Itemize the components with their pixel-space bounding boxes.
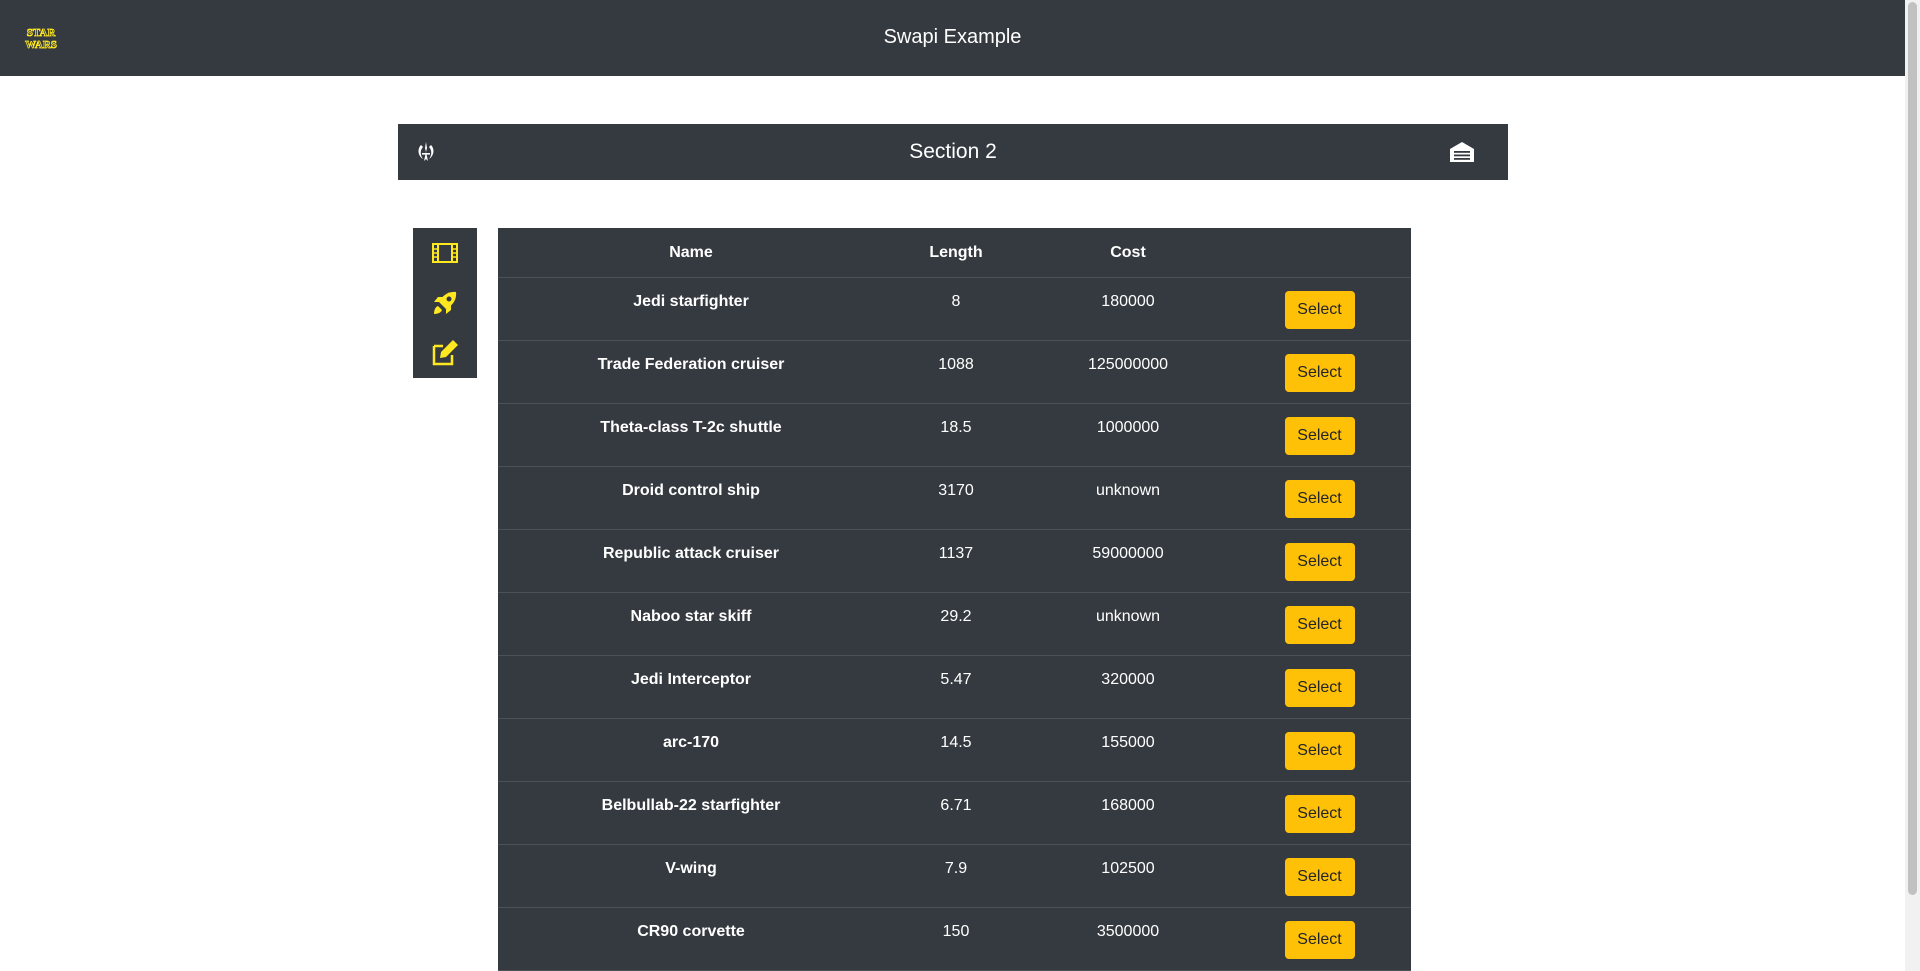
cell-name: Naboo star skiff [498, 592, 884, 656]
select-button[interactable]: Select [1284, 795, 1355, 833]
cell-cost: 320000 [1028, 655, 1228, 719]
cell-cost: 1000000 [1028, 403, 1228, 467]
table-row: arc-170 14.5 155000 Select [498, 718, 1411, 782]
rocket-icon[interactable] [429, 287, 461, 319]
cell-name: Droid control ship [498, 466, 884, 530]
cell-cost: 3500000 [1028, 907, 1228, 971]
cell-action: Select [1228, 781, 1411, 845]
cell-name: Theta-class T-2c shuttle [498, 403, 884, 467]
table-row: Jedi Interceptor 5.47 320000 Select [498, 655, 1411, 719]
cell-length: 18.5 [884, 403, 1028, 467]
cell-action: Select [1228, 403, 1411, 467]
cell-cost: unknown [1028, 592, 1228, 656]
select-button[interactable]: Select [1284, 354, 1355, 392]
cell-cost: 168000 [1028, 781, 1228, 845]
starships-table-container: Name Length Cost Jedi starfighter 8 1800… [498, 228, 1411, 971]
cell-length: 7.9 [884, 844, 1028, 908]
app-title: Swapi Example [883, 26, 1022, 48]
select-button[interactable]: Select [1284, 669, 1355, 707]
column-header-cost: Cost [1028, 228, 1228, 278]
cell-length: 29.2 [884, 592, 1028, 656]
cell-length: 6.71 [884, 781, 1028, 845]
cell-action: Select [1228, 466, 1411, 530]
cell-action: Select [1228, 592, 1411, 656]
starships-table: Name Length Cost Jedi starfighter 8 1800… [498, 228, 1411, 971]
select-button[interactable]: Select [1284, 417, 1355, 455]
film-icon[interactable] [429, 237, 461, 269]
table-header-row: Name Length Cost [498, 228, 1411, 278]
cell-length: 5.47 [884, 655, 1028, 719]
table-row: Jedi starfighter 8 180000 Select [498, 277, 1411, 341]
edit-icon[interactable] [429, 337, 461, 369]
column-header-length: Length [884, 228, 1028, 278]
cell-cost: 180000 [1028, 277, 1228, 341]
hangar-icon[interactable] [1448, 140, 1476, 164]
table-row: Theta-class T-2c shuttle 18.5 1000000 Se… [498, 403, 1411, 467]
select-button[interactable]: Select [1284, 858, 1355, 896]
cell-name: CR90 corvette [498, 907, 884, 971]
cell-length: 150 [884, 907, 1028, 971]
select-button[interactable]: Select [1284, 543, 1355, 581]
cell-cost: 125000000 [1028, 340, 1228, 404]
table-row: V-wing 7.9 102500 Select [498, 844, 1411, 908]
table-row: Droid control ship 3170 unknown Select [498, 466, 1411, 530]
table-row: Republic attack cruiser 1137 59000000 Se… [498, 529, 1411, 593]
cell-name: Republic attack cruiser [498, 529, 884, 593]
cell-length: 8 [884, 277, 1028, 341]
cell-action: Select [1228, 907, 1411, 971]
cell-action: Select [1228, 277, 1411, 341]
cell-name: Trade Federation cruiser [498, 340, 884, 404]
cell-name: Jedi starfighter [498, 277, 884, 341]
scrollbar-thumb[interactable] [1908, 2, 1917, 895]
select-button[interactable]: Select [1284, 732, 1355, 770]
cell-action: Select [1228, 340, 1411, 404]
cell-action: Select [1228, 529, 1411, 593]
select-button[interactable]: Select [1284, 480, 1355, 518]
select-button[interactable]: Select [1284, 606, 1355, 644]
cell-cost: unknown [1028, 466, 1228, 530]
cell-name: V-wing [498, 844, 884, 908]
select-button[interactable]: Select [1284, 921, 1355, 959]
top-navbar: STAR WARS Swapi Example [0, 0, 1905, 76]
table-row: Naboo star skiff 29.2 unknown Select [498, 592, 1411, 656]
cell-name: arc-170 [498, 718, 884, 782]
cell-length: 14.5 [884, 718, 1028, 782]
table-row: CR90 corvette 150 3500000 Select [498, 907, 1411, 971]
cell-cost: 155000 [1028, 718, 1228, 782]
cell-action: Select [1228, 718, 1411, 782]
cell-cost: 102500 [1028, 844, 1228, 908]
cell-length: 1137 [884, 529, 1028, 593]
table-row: Trade Federation cruiser 1088 125000000 … [498, 340, 1411, 404]
cell-name: Jedi Interceptor [498, 655, 884, 719]
column-header-action [1228, 228, 1411, 278]
sidebar-nav [413, 228, 477, 378]
cell-length: 1088 [884, 340, 1028, 404]
cell-action: Select [1228, 655, 1411, 719]
section-title: Section 2 [909, 140, 997, 163]
cell-action: Select [1228, 844, 1411, 908]
section-header: Section 2 [398, 124, 1508, 180]
cell-name: Belbullab-22 starfighter [498, 781, 884, 845]
table-row: Belbullab-22 starfighter 6.71 168000 Sel… [498, 781, 1411, 845]
column-header-name: Name [498, 228, 884, 278]
cell-cost: 59000000 [1028, 529, 1228, 593]
select-button[interactable]: Select [1284, 291, 1355, 329]
cell-length: 3170 [884, 466, 1028, 530]
